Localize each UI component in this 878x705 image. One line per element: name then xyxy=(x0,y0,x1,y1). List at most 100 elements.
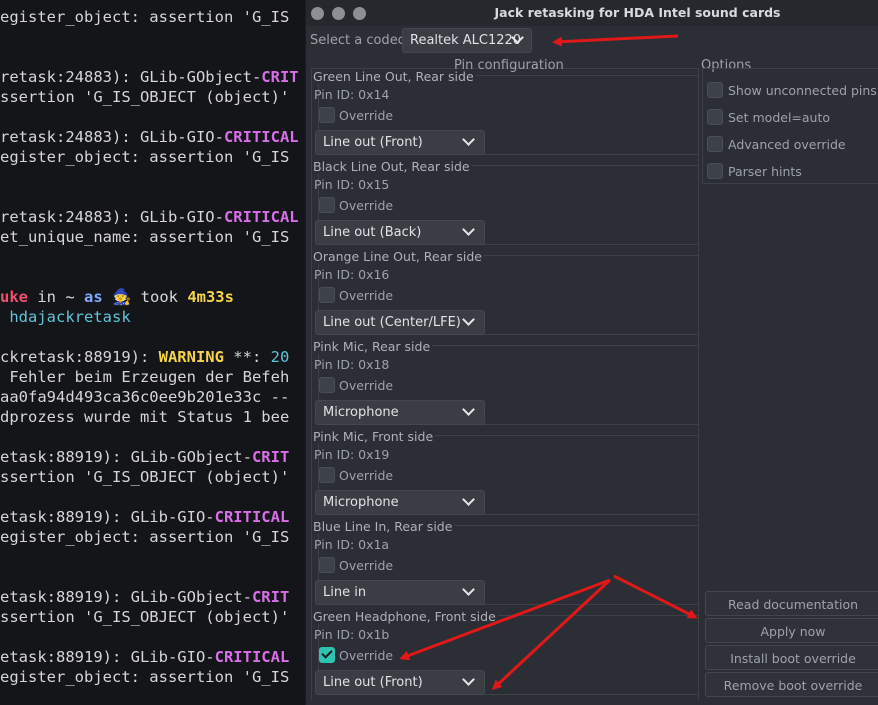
terminal-text: Fehler beim Erzeugen der Befeh xyxy=(0,368,290,386)
pin-function-value: Microphone xyxy=(323,495,399,510)
terminal-text: egister_object: assertion 'G_IS xyxy=(0,528,290,546)
override-checkbox[interactable] xyxy=(319,557,335,573)
terminal-line: uke in ~ as 🧙 took 4m33s xyxy=(0,287,234,307)
terminal-line: ssertion 'G_IS_OBJECT (object)' xyxy=(0,467,289,487)
terminal-text: CRIT xyxy=(251,448,290,466)
terminal-text: uke xyxy=(0,288,28,306)
terminal-text: CRITICAL xyxy=(214,648,290,666)
terminal-text: ckretask:88919): xyxy=(0,348,159,366)
pin-function-select[interactable]: Line out (Front) xyxy=(315,670,485,695)
terminal-line: aa0fa94d493ca36c0ee9b201e33c -- xyxy=(0,387,289,407)
title-bar[interactable]: Jack retasking for HDA Intel sound cards xyxy=(306,0,878,26)
override-label: Override xyxy=(339,108,394,123)
terminal-text: etask:88919): GLib-GObject- xyxy=(0,588,252,606)
pin-title: Orange Line Out, Rear side xyxy=(313,249,484,264)
pin-function-select[interactable]: Line in xyxy=(315,580,485,605)
pin-id: Pin ID: 0x1a xyxy=(314,537,390,552)
chevron-down-icon xyxy=(462,583,475,596)
remove-boot-override-button[interactable]: Remove boot override xyxy=(705,672,878,697)
options-frame: Show unconnected pins Set model=auto Adv… xyxy=(702,68,878,184)
override-checkbox[interactable] xyxy=(319,647,335,663)
terminal-text: 4m33s xyxy=(187,288,234,306)
option-label: Set model=auto xyxy=(728,110,831,125)
checkbox[interactable] xyxy=(707,109,723,125)
terminal-line: etask:88919): GLib-GIO-CRITICAL xyxy=(0,507,289,527)
chevron-down-icon xyxy=(462,313,475,326)
apply-now-button[interactable]: Apply now xyxy=(705,618,878,643)
terminal-text: ssertion 'G_IS_OBJECT (object)' xyxy=(0,468,290,486)
terminal-text: ~ xyxy=(65,288,75,306)
chevron-down-icon xyxy=(462,133,475,146)
read-documentation-button[interactable]: Read documentation xyxy=(705,591,878,616)
pin-group: Green Line Out, Rear side Pin ID: 0x14 Ove… xyxy=(312,69,698,159)
terminal-line: egister_object: assertion 'G_IS xyxy=(0,667,289,687)
pin-configuration-frame: Green Line Out, Rear side Pin ID: 0x14 Ove… xyxy=(311,68,699,700)
terminal-line: et_unique_name: assertion 'G_IS xyxy=(0,227,289,247)
terminal-text: aa0fa94d493ca36c0ee9b201e33c -- xyxy=(0,388,290,406)
codec-label: Select a codec: xyxy=(310,33,410,48)
terminal-text: etask:88919): GLib-GIO- xyxy=(0,508,215,526)
checkmark-icon xyxy=(321,647,333,659)
chevron-down-icon xyxy=(462,403,475,416)
pin-title: Pink Mic, Front side xyxy=(313,429,436,444)
pin-function-value: Line out (Center/LFE) xyxy=(323,315,461,330)
terminal-text: ssertion 'G_IS_OBJECT (object)' xyxy=(0,88,290,106)
terminal-line: retask:24883): GLib-GIO-CRITICAL xyxy=(0,207,299,227)
window-title: Jack retasking for HDA Intel sound cards xyxy=(494,5,781,20)
pin-title: Blue Line In, Rear side xyxy=(313,519,455,534)
terminal-text: 20 xyxy=(270,348,290,366)
checkbox[interactable] xyxy=(707,136,723,152)
checkbox[interactable] xyxy=(707,82,723,98)
pin-id: Pin ID: 0x16 xyxy=(314,267,390,282)
terminal-line: egister_object: assertion 'G_IS xyxy=(0,147,289,167)
pin-function-value: Line out (Front) xyxy=(323,675,423,690)
terminal-line: etask:88919): GLib-GObject-CRIT xyxy=(0,447,289,467)
checkbox[interactable] xyxy=(707,163,723,179)
pin-function-select[interactable]: Line out (Front) xyxy=(315,130,485,155)
terminal-text: **: xyxy=(223,348,271,366)
override-label: Override xyxy=(339,558,394,573)
pin-function-select[interactable]: Line out (Back) xyxy=(315,220,485,245)
pin-function-select[interactable]: Microphone xyxy=(315,400,485,425)
override-checkbox[interactable] xyxy=(319,467,335,483)
pin-title: Pink Mic, Rear side xyxy=(313,339,433,354)
override-checkbox[interactable] xyxy=(319,197,335,213)
option-label: Parser hints xyxy=(728,164,802,179)
terminal-text: et_unique_name: assertion 'G_IS xyxy=(0,228,290,246)
pin-id: Pin ID: 0x1b xyxy=(314,627,390,642)
hdajackretask-window: Jack retasking for HDA Intel sound cards… xyxy=(305,0,878,705)
chevron-down-icon xyxy=(462,673,475,686)
terminal-text: CRITICAL xyxy=(214,508,290,526)
terminal-text: retask:24883): GLib-GIO- xyxy=(0,128,224,146)
terminal-line: ssertion 'G_IS_OBJECT (object)' xyxy=(0,607,289,627)
override-checkbox[interactable] xyxy=(319,287,335,303)
install-boot-override-button[interactable]: Install boot override xyxy=(705,645,878,670)
terminal-line: ssertion 'G_IS_OBJECT (object)' xyxy=(0,87,289,107)
override-label: Override xyxy=(339,198,394,213)
terminal-line: retask:24883): GLib-GObject-CRIT xyxy=(0,67,299,87)
terminal-text: in xyxy=(28,288,66,306)
pin-function-select[interactable]: Microphone xyxy=(315,490,485,515)
pin-id: Pin ID: 0x14 xyxy=(314,87,390,102)
chevron-down-icon xyxy=(462,493,475,506)
terminal-text: retask:24883): GLib-GIO- xyxy=(0,208,224,226)
pin-id: Pin ID: 0x19 xyxy=(314,447,390,462)
pin-id: Pin ID: 0x18 xyxy=(314,357,390,372)
codec-select[interactable]: Realtek ALC1220 xyxy=(402,28,532,53)
terminal-text: as xyxy=(84,288,103,306)
pin-group: Pink Mic, Rear side Pin ID: 0x18 Override M… xyxy=(312,339,698,429)
override-label: Override xyxy=(339,378,394,393)
pin-function-select[interactable]: Line out (Center/LFE) xyxy=(315,310,485,335)
terminal-text: CRITICAL xyxy=(223,128,299,146)
terminal-line: etask:88919): GLib-GIO-CRITICAL xyxy=(0,647,289,667)
override-checkbox[interactable] xyxy=(319,377,335,393)
override-checkbox[interactable] xyxy=(319,107,335,123)
pin-id: Pin ID: 0x15 xyxy=(314,177,390,192)
terminal-text: CRIT xyxy=(251,588,290,606)
codec-value: Realtek ALC1220 xyxy=(410,33,522,48)
pin-title: Black Line Out, Rear side xyxy=(313,159,472,174)
pin-group: Blue Line In, Rear side Pin ID: 0x1a Overr… xyxy=(312,519,698,609)
terminal-line: dprozess wurde mit Status 1 bee xyxy=(0,407,289,427)
terminal-text: egister_object: assertion 'G_IS xyxy=(0,148,290,166)
pin-function-value: Line in xyxy=(323,585,367,600)
